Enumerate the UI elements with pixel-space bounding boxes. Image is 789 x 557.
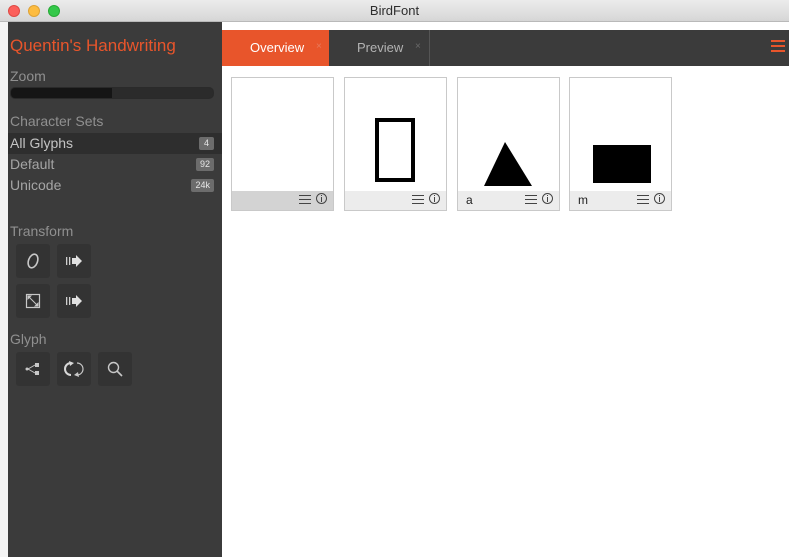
glyph-character: a xyxy=(466,193,473,207)
search-button[interactable] xyxy=(98,352,132,386)
hamburger-menu-icon[interactable] xyxy=(771,40,785,52)
character-set-default[interactable]: Default 92 xyxy=(8,154,222,175)
character-set-unicode[interactable]: Unicode 24k xyxy=(8,175,222,196)
character-set-name: Default xyxy=(10,156,55,172)
character-set-all-glyphs[interactable]: All Glyphs 4 xyxy=(8,133,222,154)
arrow-right-icon xyxy=(66,255,82,267)
transform-label: Transform xyxy=(10,223,74,239)
tab-close-icon[interactable]: × xyxy=(415,41,421,52)
merge-points-button[interactable] xyxy=(16,352,50,386)
glyph-card-footer xyxy=(345,191,446,210)
resize-button[interactable] xyxy=(16,284,50,318)
glyph-menu-icon[interactable] xyxy=(412,194,424,205)
glyph-info-icon[interactable] xyxy=(316,193,327,204)
rotate-icon xyxy=(64,361,84,377)
glyph-menu-icon[interactable] xyxy=(299,194,311,205)
character-set-count-badge: 92 xyxy=(195,158,214,171)
character-set-count-badge: 4 xyxy=(199,137,214,150)
rotate-button[interactable] xyxy=(57,352,91,386)
search-icon xyxy=(107,361,123,377)
character-set-name: All Glyphs xyxy=(10,135,74,151)
zoom-label: Zoom xyxy=(10,68,46,84)
glyph-label: Glyph xyxy=(10,331,47,347)
tab-bar: Overview × Preview × xyxy=(222,30,789,66)
glyph-info-icon[interactable] xyxy=(542,193,553,204)
tab-label: Preview xyxy=(357,40,404,55)
tab-overview[interactable]: Overview × xyxy=(222,30,329,66)
sidebar: Quentin's Handwriting Zoom Character Set… xyxy=(8,22,222,557)
glyph-menu-icon[interactable] xyxy=(637,194,649,205)
character-set-name: Unicode xyxy=(10,177,62,193)
italic-button[interactable] xyxy=(16,244,50,278)
merge-points-icon xyxy=(25,363,39,375)
tab-preview[interactable]: Preview × xyxy=(329,30,429,66)
glyph-preview-rectangle-outline xyxy=(375,118,415,182)
glyph-card[interactable] xyxy=(344,77,447,211)
window-edge xyxy=(0,22,8,557)
zoom-slider-fill xyxy=(11,88,112,98)
glyph-card-footer: a xyxy=(458,191,559,210)
glyph-character: m xyxy=(578,193,588,207)
glyph-card-footer xyxy=(232,191,333,210)
glyph-card[interactable] xyxy=(231,77,334,211)
glyph-card[interactable]: m xyxy=(569,77,672,211)
character-sets-label: Character Sets xyxy=(10,113,104,129)
apply-resize-button[interactable] xyxy=(57,284,91,318)
glyph-info-icon[interactable] xyxy=(654,193,665,204)
arrow-right-icon xyxy=(66,295,82,307)
glyph-card-footer: m xyxy=(570,191,671,210)
tab-label: Overview xyxy=(250,40,305,55)
font-name-title[interactable]: Quentin's Handwriting xyxy=(10,36,176,56)
tab-close-icon[interactable]: × xyxy=(316,41,322,52)
resize-icon xyxy=(25,293,41,309)
glyph-preview-triangle xyxy=(484,142,532,186)
apply-italic-button[interactable] xyxy=(57,244,91,278)
character-set-count-badge: 24k xyxy=(191,179,214,192)
glyph-card[interactable]: a xyxy=(457,77,560,211)
italic-icon xyxy=(27,253,39,269)
glyph-preview-rectangle-filled xyxy=(593,145,651,183)
zoom-slider[interactable] xyxy=(10,87,214,99)
tab-separator xyxy=(429,30,430,66)
glyph-menu-icon[interactable] xyxy=(525,194,537,205)
glyph-info-icon[interactable] xyxy=(429,193,440,204)
window-title: BirdFont xyxy=(369,3,420,18)
title-bar: BirdFont xyxy=(0,0,789,22)
